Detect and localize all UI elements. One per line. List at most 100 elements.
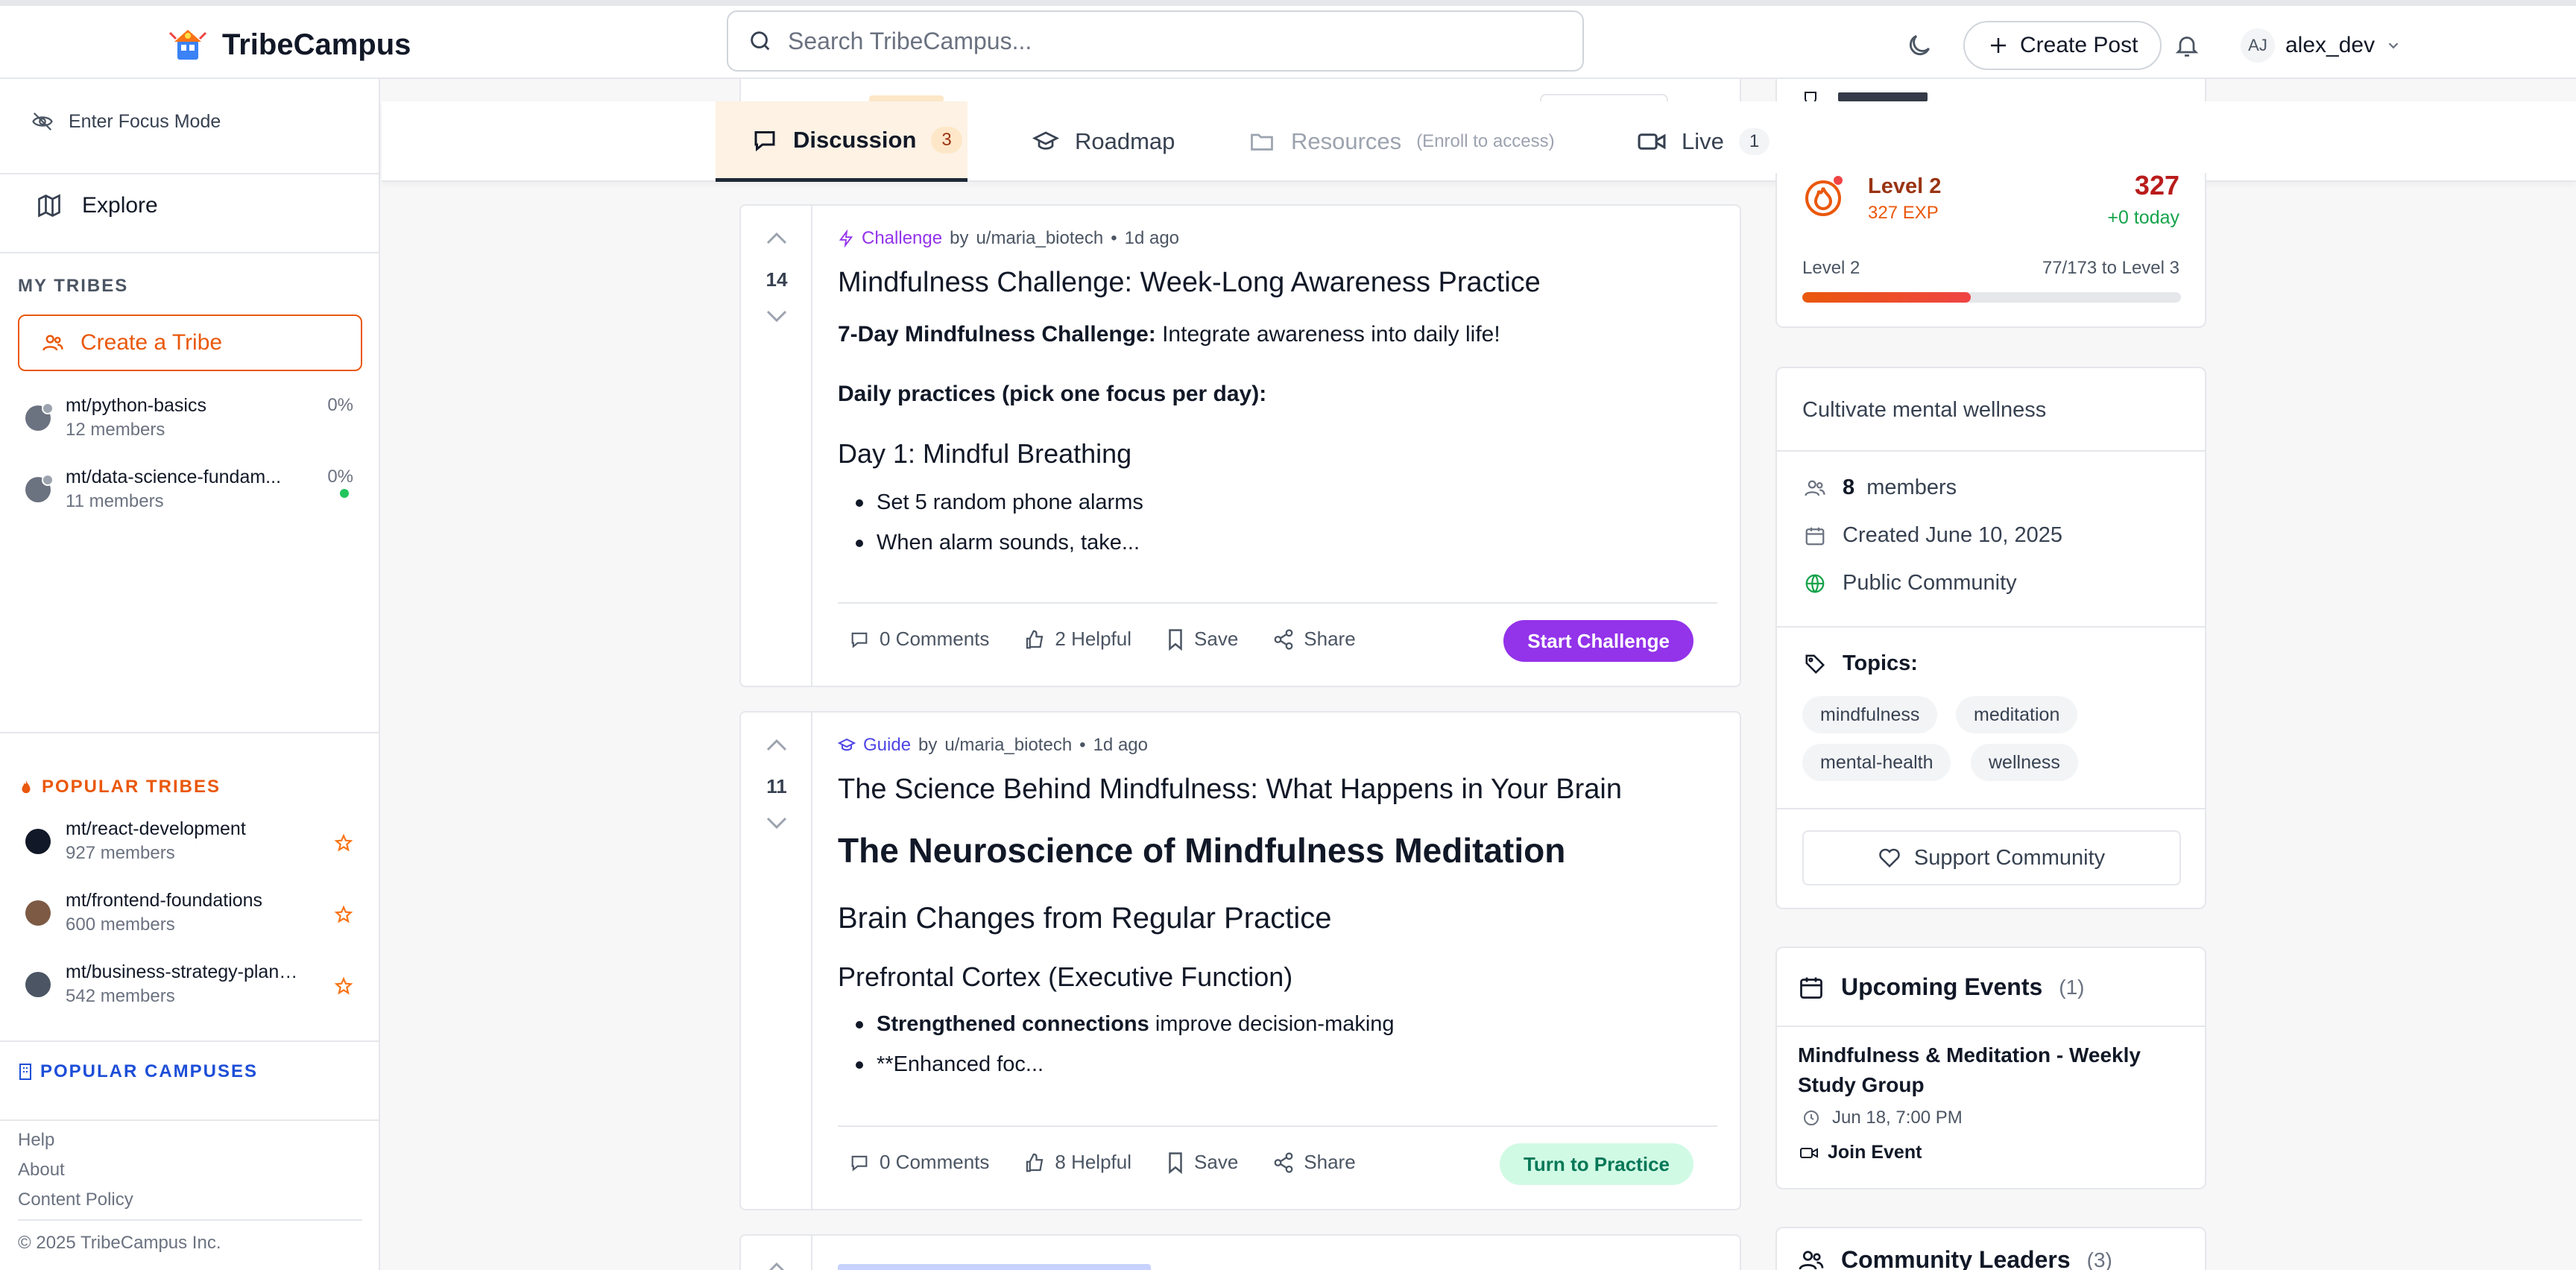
create-post-button[interactable]: Create Post <box>1963 21 2162 70</box>
help-link[interactable]: Help <box>18 1130 54 1151</box>
community-description: Cultivate mental wellness <box>1802 398 2047 422</box>
post-title[interactable]: The Science Behind Mindfulness: What Hap… <box>838 774 1622 806</box>
user-menu[interactable]: AJ alex_dev <box>2241 28 2402 63</box>
heart-icon <box>1879 848 1900 868</box>
exp-label: 327 EXP <box>1868 203 1939 223</box>
tab-roadmap[interactable]: Roadmap <box>1032 101 1175 182</box>
events-header: Upcoming Events (1) <box>1798 973 2085 1001</box>
users-icon <box>1799 1250 1824 1269</box>
popular-campuses-header[interactable]: POPULAR CAMPUSES <box>18 1061 258 1082</box>
about-link[interactable]: About <box>18 1160 65 1181</box>
popular-tribe-frontend-foundations[interactable]: mt/frontend-foundations 600 members <box>25 890 353 942</box>
turn-to-practice-button[interactable]: Turn to Practice <box>1499 1143 1693 1185</box>
post-actions: 0 Comments 2 Helpful Save Share <box>848 628 1356 651</box>
clock-icon <box>1804 1111 1819 1125</box>
join-event-button[interactable]: Join Event <box>1799 1142 1922 1163</box>
comments-button[interactable]: 0 Comments <box>848 628 989 651</box>
bullet-rest: improve decision-making <box>1149 1012 1395 1036</box>
create-tribe-button[interactable]: Create a Tribe <box>18 315 362 371</box>
by-text: by <box>950 228 969 248</box>
create-tribe-label: Create a Tribe <box>80 330 223 355</box>
intro-rest: Integrate awareness into daily life! <box>1155 322 1500 347</box>
save-button[interactable]: Save <box>1166 1151 1238 1174</box>
tab-discussion[interactable]: Discussion 3 <box>716 101 967 182</box>
event-title[interactable]: Mindfulness & Meditation - Weekly Study … <box>1798 1040 2141 1100</box>
comments-label: 0 Comments <box>880 628 990 650</box>
search-bar[interactable] <box>727 10 1584 72</box>
support-community-button[interactable]: Support Community <box>1802 830 2181 885</box>
share-button[interactable]: Share <box>1272 1151 1356 1174</box>
post-author[interactable]: u/maria_biotech <box>976 228 1103 249</box>
downvote-chevron-icon[interactable] <box>763 814 790 832</box>
topic-tag[interactable]: meditation <box>1956 696 2078 733</box>
post-card[interactable]: 14 Challenge by u/maria_biotech • 1d ago… <box>739 204 1741 687</box>
share-icon <box>1274 1151 1293 1173</box>
upvote-chevron-icon[interactable] <box>763 736 790 754</box>
sidebar-tribe-data-science[interactable]: mt/data-science-fundam... 11 members 0% <box>25 467 353 519</box>
create-post-label: Create Post <box>2020 33 2138 57</box>
share-button[interactable]: Share <box>1272 628 1356 651</box>
upvote-chevron-icon[interactable] <box>763 230 790 247</box>
dark-mode-toggle-icon[interactable] <box>1905 31 1933 60</box>
members-row: 8 members <box>1804 476 1957 500</box>
level-label: Level 2 <box>1868 174 1942 198</box>
topics-title: Topics: <box>1843 651 1918 675</box>
users-icon <box>42 335 63 351</box>
tab-live[interactable]: Live 1 <box>1637 101 1770 182</box>
post-author[interactable]: u/maria_biotech <box>944 735 1072 756</box>
comment-icon <box>851 632 868 648</box>
tag-icon <box>1805 654 1825 674</box>
tribe-name: mt/frontend-foundations <box>66 890 263 911</box>
save-button[interactable]: Save <box>1166 628 1238 651</box>
meta-separator: • <box>1079 735 1086 755</box>
popular-tribe-business-strategy[interactable]: mt/business-strategy-planni... 542 membe… <box>25 961 353 1014</box>
post-card[interactable]: 11 Guide by u/maria_biotech • 1d ago The… <box>739 711 1741 1210</box>
share-icon <box>1274 628 1293 650</box>
topic-tag[interactable]: mental-health <box>1802 744 1951 781</box>
logo[interactable]: TribeCampus <box>167 25 411 64</box>
start-challenge-button[interactable]: Start Challenge <box>1503 620 1693 662</box>
sidebar-tribe-python-basics[interactable]: mt/python-basics 12 members 0% <box>25 395 353 447</box>
post-title[interactable]: Mindfulness Challenge: Week-Long Awarene… <box>838 267 1541 299</box>
tab-resources[interactable]: Resources (Enroll to access) <box>1248 101 1555 182</box>
bullet-text: Strengthened connections improve decisio… <box>877 1012 1395 1037</box>
star-icon[interactable] <box>334 833 353 853</box>
comments-button[interactable]: 0 Comments <box>848 1151 989 1174</box>
save-label: Save <box>1194 628 1239 650</box>
tab-note: (Enroll to access) <box>1416 131 1555 151</box>
events-title: Upcoming Events <box>1841 973 2043 1000</box>
popular-tribe-react-development[interactable]: mt/react-development 927 members <box>25 818 353 871</box>
tab-label: Resources <box>1291 128 1402 154</box>
vote-count: 14 <box>765 268 788 291</box>
visibility-label: Public Community <box>1843 571 2017 595</box>
topic-tag[interactable]: mindfulness <box>1802 696 1938 733</box>
star-icon[interactable] <box>334 905 353 924</box>
post-type[interactable]: Guide <box>863 735 911 756</box>
post-card[interactable] <box>739 1234 1741 1270</box>
star-icon[interactable] <box>334 976 353 996</box>
topics-header: Topics: <box>1804 651 1918 676</box>
divider <box>1777 1026 2205 1027</box>
downvote-chevron-icon[interactable] <box>763 307 790 325</box>
app-name: TribeCampus <box>222 28 411 61</box>
post-meta: Challenge by u/maria_biotech • 1d ago <box>838 228 1179 249</box>
save-label: Save <box>1194 1151 1239 1173</box>
leaders-header: Community Leaders (3) <box>1798 1246 2112 1270</box>
focus-mode-button[interactable]: Enter Focus Mode <box>31 110 221 133</box>
content-policy-link[interactable]: Content Policy <box>18 1190 133 1210</box>
helpful-button[interactable]: 8 Helpful <box>1023 1151 1131 1174</box>
helpful-button[interactable]: 2 Helpful <box>1023 628 1131 651</box>
notifications-bell-icon[interactable] <box>2174 31 2200 60</box>
popular-campuses-title: POPULAR CAMPUSES <box>40 1061 259 1081</box>
post-time: 1d ago <box>1093 735 1148 755</box>
helpful-label: 8 Helpful <box>1055 1151 1132 1173</box>
post-meta: Guide by u/maria_biotech • 1d ago <box>838 735 1148 756</box>
upvote-chevron-icon[interactable] <box>763 1260 790 1270</box>
graduation-cap-icon <box>838 738 856 751</box>
explore-link[interactable]: Explore <box>36 192 158 219</box>
post-type[interactable]: Challenge <box>862 228 942 249</box>
thumbs-up-icon <box>1026 1153 1044 1172</box>
topic-tag[interactable]: wellness <box>1971 744 2078 781</box>
members-label: members <box>1866 476 1957 499</box>
search-input[interactable] <box>788 27 1459 55</box>
